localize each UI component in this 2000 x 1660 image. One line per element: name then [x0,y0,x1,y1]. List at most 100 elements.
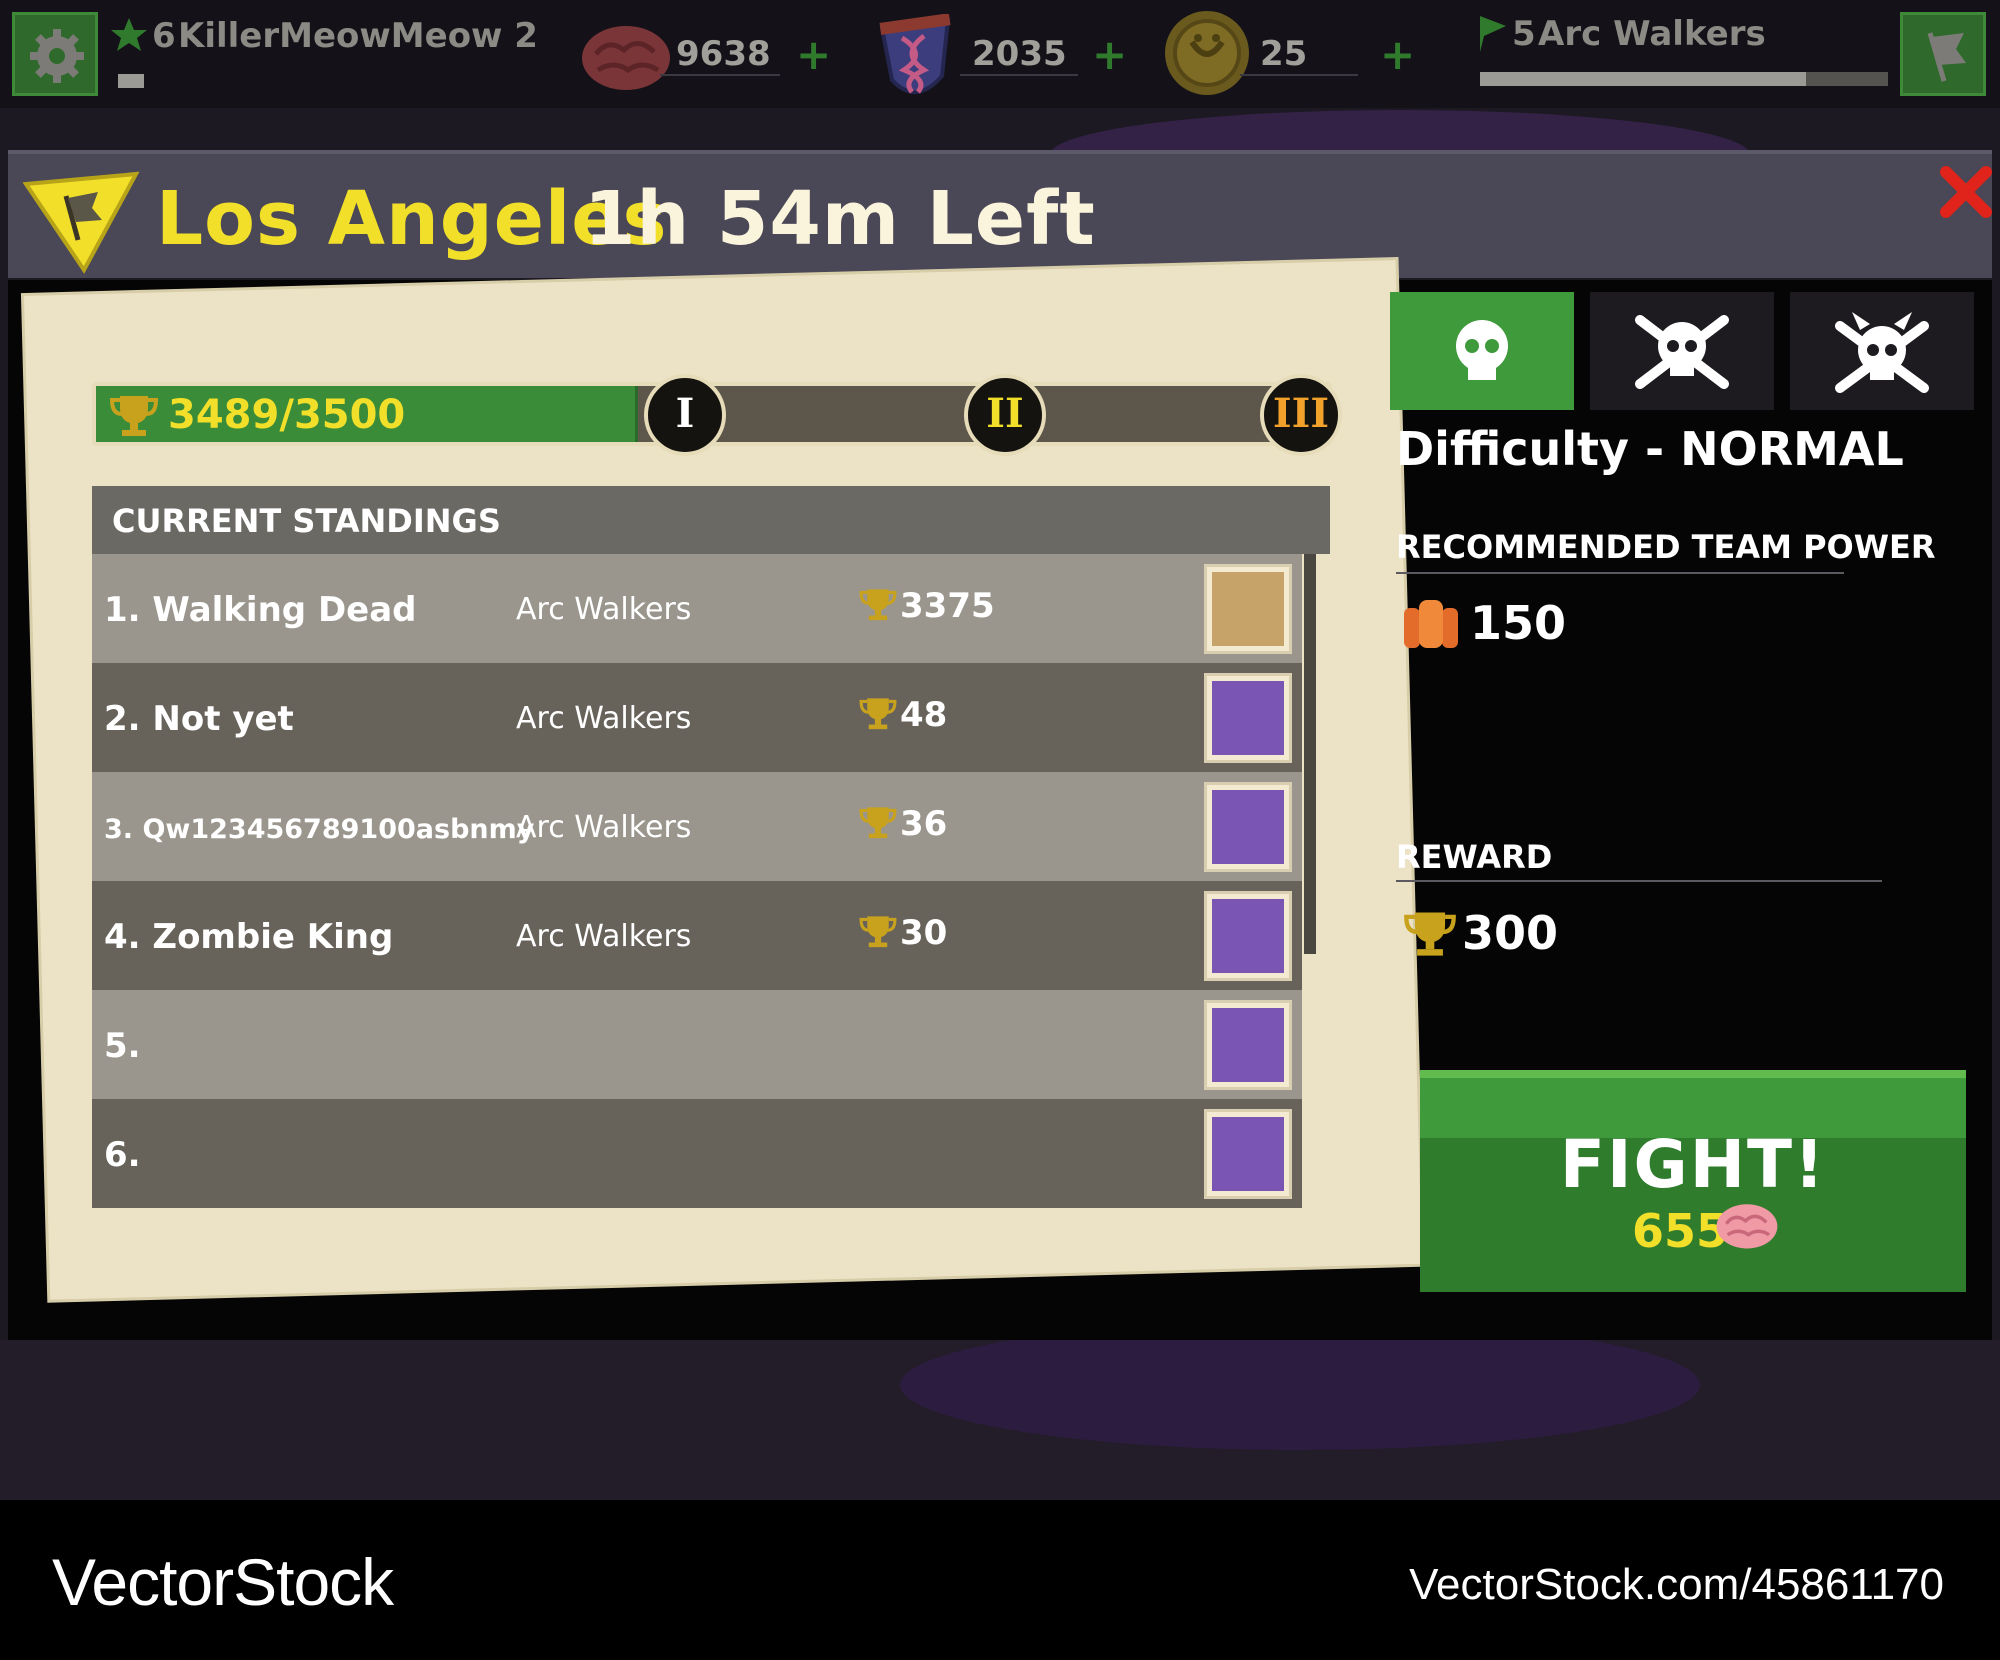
difficulty-tab-hard[interactable] [1790,292,1974,410]
dna-potion-icon [1212,1008,1284,1082]
coin-count: 25 [1260,34,1308,74]
fight-button-label: FIGHT! [1559,1126,1827,1203]
team-flag-icon [1480,16,1506,52]
team-progress-bar [1480,72,1888,86]
standing-score-value: 36 [900,804,948,844]
resource-divider [1240,74,1358,76]
gold-coin-icon [1165,11,1249,95]
milestone-2: II [964,374,1046,456]
trophy-icon [859,916,897,948]
difficulty-tab-easy[interactable] [1390,292,1574,410]
table-row[interactable]: 5. [92,990,1302,1099]
standing-score-value: 3375 [900,586,995,626]
star-icon [111,18,147,51]
standings-rows: 1. Walking Dead Arc Walkers 3375 2. Not … [92,554,1302,1208]
skull-crossbones-horned-icon [1835,312,1929,393]
skull-crossbones-icon [1635,315,1729,389]
event-time-left: 1h 54m Left [584,176,1096,262]
top-hud: 6 KillerMeowMeow 2 9638 + 2035 + 25 + 5 … [0,0,2000,108]
standings-table: CURRENT STANDINGS 1. Walking Dead Arc Wa… [92,486,1330,1234]
dna-potion-icon [879,14,951,95]
brain-icon [1716,1204,1778,1249]
trophy-icon [859,807,897,839]
trophy-icon [859,589,897,621]
gear-icon [30,29,84,83]
trophy-icon [859,698,897,730]
table-row[interactable]: 3. Qw123456789100asbnmy Arc Walkers 36 [92,772,1302,881]
standing-rank-name: 3. Qw123456789100asbnmy [104,814,535,845]
add-coins-button[interactable]: + [1380,30,1415,79]
standings-scrollbar[interactable] [1304,554,1316,954]
reward-card[interactable] [1204,1109,1292,1199]
player-name: KillerMeowMeow 2 [178,16,538,56]
trophy-icon [109,396,159,436]
standing-rank-name: 1. Walking Dead [104,590,417,630]
standing-rank-name: 4. Zombie King [104,917,394,957]
team-level: 5 [1512,14,1536,54]
team-power-icon [1404,600,1458,648]
reward-card[interactable] [1204,891,1292,981]
recommended-power-label: RECOMMENDED TEAM POWER [1396,528,1936,566]
fight-button[interactable]: FIGHT! 655 [1420,1070,1966,1292]
event-progress-text: 3489/3500 [168,392,406,438]
team-progress-fill [1480,72,1807,86]
dna-potion-icon [1212,899,1284,973]
settings-button[interactable] [12,12,98,96]
milestone-1: I [644,374,726,456]
add-brains-button[interactable]: + [796,30,831,79]
brains-count: 9638 [676,34,771,74]
reward-card[interactable] [1204,673,1292,763]
dna-potion-icon [1212,790,1284,864]
standings-title: CURRENT STANDINGS [112,502,501,540]
table-row[interactable]: 4. Zombie King Arc Walkers 30 [92,881,1302,990]
section-divider [1396,880,1882,882]
recommended-power-value: 150 [1470,596,1567,650]
dna-count: 2035 [972,34,1067,74]
watermark-url: VectorStock.com/45861170 [1409,1560,1944,1609]
standing-team: Arc Walkers [516,919,692,954]
difficulty-label: Difficulty - NORMAL [1396,422,1904,476]
player-xp-bar [118,74,144,88]
table-row[interactable]: 2. Not yet Arc Walkers 48 [92,663,1302,772]
skull-icon [1456,320,1508,380]
standing-rank-name: 6. [104,1135,141,1175]
section-divider [1396,572,1844,574]
flag-icon [1927,32,1966,82]
dna-potion-icon [1212,681,1284,755]
reward-label: REWARD [1396,838,1553,876]
close-icon[interactable] [1938,164,1994,220]
standing-team: Arc Walkers [516,592,692,627]
treasure-chest-icon [1212,572,1284,646]
trophy-icon [1404,912,1456,956]
standing-team: Arc Walkers [516,701,692,736]
standing-team: Arc Walkers [516,810,692,845]
standings-header: CURRENT STANDINGS [92,486,1330,554]
brain-icon [582,26,670,90]
event-header: Los Angeles 1h 54m Left [8,150,1992,278]
watermark-footer: VectorStock VectorStock.com/45861170 [0,1500,2000,1660]
add-dna-button[interactable]: + [1092,30,1127,79]
standing-rank-name: 2. Not yet [104,699,294,739]
player-level: 6 [152,16,176,56]
player-xp-fill [118,74,144,88]
standing-score: 30 [859,913,948,953]
reward-card[interactable] [1204,564,1292,654]
team-name: Arc Walkers [1538,14,1766,54]
standing-score-value: 48 [900,695,948,735]
standing-score: 48 [859,695,948,735]
milestone-3: III [1260,374,1342,456]
standing-score-value: 30 [900,913,948,953]
team-flag-button[interactable] [1900,12,1986,96]
watermark-logo: VectorStock [52,1545,394,1619]
event-flag-icon [22,171,140,274]
table-row[interactable]: 6. [92,1099,1302,1208]
dna-potion-icon [1212,1117,1284,1191]
reward-value: 300 [1462,906,1559,960]
standing-score: 36 [859,804,948,844]
reward-card[interactable] [1204,782,1292,872]
table-row[interactable]: 1. Walking Dead Arc Walkers 3375 [92,554,1302,663]
reward-card[interactable] [1204,1000,1292,1090]
standing-rank-name: 5. [104,1026,141,1066]
resource-divider [960,74,1078,76]
difficulty-tab-normal[interactable] [1590,292,1774,410]
